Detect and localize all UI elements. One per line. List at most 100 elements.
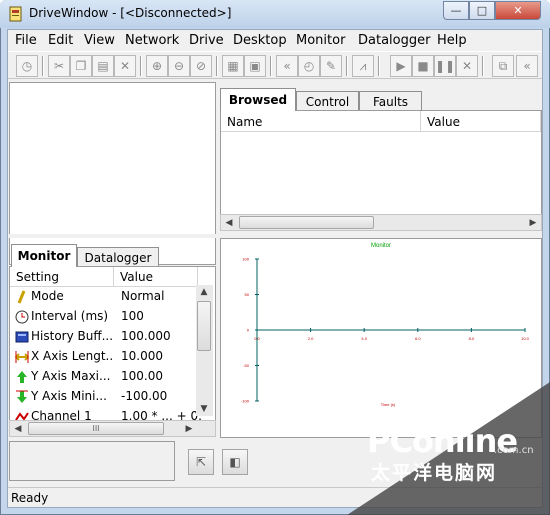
menu-monitor[interactable]: Monitor <box>296 33 345 48</box>
tab-control[interactable]: Control <box>296 91 359 111</box>
scrollbar-thumb[interactable] <box>197 301 211 351</box>
setting-label: Mode <box>31 289 64 303</box>
menu-network[interactable]: Network <box>125 33 179 48</box>
title-bar[interactable]: DriveWindow - [<Disconnected>] — □ ✕ <box>0 0 550 28</box>
x-tick-label: 6.0 <box>415 336 421 341</box>
setting-value: Normal <box>121 289 165 303</box>
column-header-setting[interactable]: Setting <box>10 267 114 287</box>
tab-browsed[interactable]: Browsed <box>220 88 296 111</box>
browsed-list[interactable]: Name Value <box>220 110 542 230</box>
x-tick-label: 8.0 <box>469 336 475 341</box>
vertical-scrollbar[interactable]: ▲ ▼ <box>196 285 213 416</box>
pointer-icon: ⇱ <box>195 455 207 469</box>
setting-value: -100.00 <box>121 389 168 403</box>
lock-icon[interactable]: ▣ <box>244 55 266 77</box>
scroll-left-arrow-icon[interactable]: ◀ <box>221 215 237 230</box>
paste-icon[interactable]: ▤ <box>92 55 114 77</box>
setting-value: 100.00 <box>121 369 163 383</box>
chart-title: Monitor <box>371 243 391 249</box>
toolbar-separator <box>216 56 218 76</box>
horizontal-scrollbar[interactable]: ◀ ▶ <box>220 214 542 231</box>
scroll-up-arrow-icon[interactable]: ▲ <box>196 285 212 299</box>
maximize-button[interactable]: □ <box>469 1 495 20</box>
menu-edit[interactable]: Edit <box>48 33 73 48</box>
monitor-chart-svg: Monitor Time (s) 0.0 2.0 4.0 6.0 8.0 10.0 100 5… <box>241 243 530 407</box>
menu-file[interactable]: File <box>15 33 37 48</box>
setting-label: Y Axis Maxi... <box>31 369 111 383</box>
zoom-in-icon[interactable]: ⊕ <box>146 55 168 77</box>
setting-value: 10.000 <box>121 349 163 363</box>
close-button[interactable]: ✕ <box>495 1 541 20</box>
clock-icon[interactable]: ◷ <box>16 55 38 77</box>
toolbar-separator <box>378 56 380 76</box>
monitor-settings-list[interactable]: Setting Value Mode Normal Interval (ms) … <box>9 266 216 436</box>
y-tick-label: 50 <box>245 292 250 297</box>
play-icon[interactable]: ▶ <box>390 55 412 77</box>
toolbar-separator <box>346 56 348 76</box>
chart-icon[interactable]: ⩘ <box>352 55 374 77</box>
setting-value: 100 <box>121 309 144 323</box>
scrollbar-thumb[interactable]: III <box>28 422 164 435</box>
arrow-button[interactable]: ⇱ <box>188 449 214 475</box>
pause-icon[interactable]: ❚❚ <box>434 55 456 77</box>
list-item[interactable]: X Axis Lengt... 10.000 <box>10 347 200 367</box>
menu-datalogger[interactable]: Datalogger <box>358 33 430 48</box>
interval-clock-icon <box>14 309 30 325</box>
timer-icon[interactable]: ◴ <box>298 55 320 77</box>
toolbar-separator <box>140 56 142 76</box>
y-tick-label: 100 <box>242 257 249 262</box>
document-icon[interactable]: ▦ <box>222 55 244 77</box>
mode-icon <box>14 289 30 305</box>
horizontal-scrollbar[interactable]: ◀ III ▶ <box>9 420 216 437</box>
tab-datalogger[interactable]: Datalogger <box>77 247 159 267</box>
scroll-left-arrow-icon[interactable]: ◀ <box>10 421 26 436</box>
scroll-right-arrow-icon[interactable]: ▶ <box>181 421 197 436</box>
zoom-out-icon[interactable]: ⊖ <box>168 55 190 77</box>
list-item[interactable]: Interval (ms) 100 <box>10 307 200 327</box>
list-item[interactable]: Mode Normal <box>10 287 200 307</box>
y-tick-label: -100 <box>241 399 250 404</box>
window-title: DriveWindow - [<Disconnected>] <box>29 6 232 20</box>
zoom-reset-icon[interactable]: ⊘ <box>190 55 212 77</box>
menu-drive[interactable]: Drive <box>189 33 224 48</box>
chart-x-axis-label: Time (s) <box>381 402 396 407</box>
column-header-value[interactable]: Value <box>114 267 198 287</box>
setting-label: Y Axis Mini... <box>31 389 107 403</box>
clear-icon[interactable]: ✕ <box>456 55 478 77</box>
column-header-name[interactable]: Name <box>221 111 421 132</box>
pen-icon[interactable]: ✎ <box>320 55 342 77</box>
eraser-button[interactable]: ◧ <box>222 449 248 475</box>
list-item[interactable]: Y Axis Mini... -100.00 <box>10 387 200 407</box>
x-axis-icon <box>14 349 30 365</box>
book-icon <box>14 329 30 345</box>
export-icon[interactable]: ⧉ <box>492 55 514 77</box>
scissors-icon[interactable]: ✂ <box>48 55 70 77</box>
x-tick-label: 2.0 <box>308 336 314 341</box>
menu-view[interactable]: View <box>84 33 115 48</box>
up-arrow-icon <box>14 369 30 385</box>
list-item[interactable]: Y Axis Maxi... 100.00 <box>10 367 200 387</box>
scroll-right-arrow-icon[interactable]: ▶ <box>525 215 541 230</box>
tab-faults[interactable]: Faults <box>359 91 422 111</box>
y-tick-label: -50 <box>243 363 250 368</box>
x-tick-label: 4.0 <box>361 336 367 341</box>
watermark-suffix: .com.cn <box>494 445 534 456</box>
scroll-icon[interactable]: « <box>516 55 538 77</box>
copy-icon[interactable]: ❐ <box>70 55 92 77</box>
scroll-down-arrow-icon[interactable]: ▼ <box>196 402 212 416</box>
rewind-icon[interactable]: « <box>276 55 298 77</box>
scrollbar-thumb[interactable] <box>239 216 374 229</box>
menu-desktop[interactable]: Desktop <box>233 33 287 48</box>
monitor-chart[interactable]: Monitor Time (s) 0.0 2.0 4.0 6.0 8.0 10.0 100 5… <box>220 238 542 438</box>
menu-help[interactable]: Help <box>437 33 467 48</box>
delete-icon[interactable]: ✕ <box>114 55 136 77</box>
stop-icon[interactable]: ■ <box>412 55 434 77</box>
chart-axes: 0.0 2.0 4.0 6.0 8.0 10.0 100 50 0 -50 -100 <box>241 257 530 404</box>
app-icon <box>8 6 24 22</box>
list-item[interactable]: History Buff... 100.000 <box>10 327 200 347</box>
status-text: Ready <box>11 491 49 505</box>
y-tick-label: 0 <box>247 328 250 333</box>
column-header-value[interactable]: Value <box>421 111 541 132</box>
minimize-button[interactable]: — <box>443 1 469 20</box>
tab-monitor[interactable]: Monitor <box>11 244 77 267</box>
